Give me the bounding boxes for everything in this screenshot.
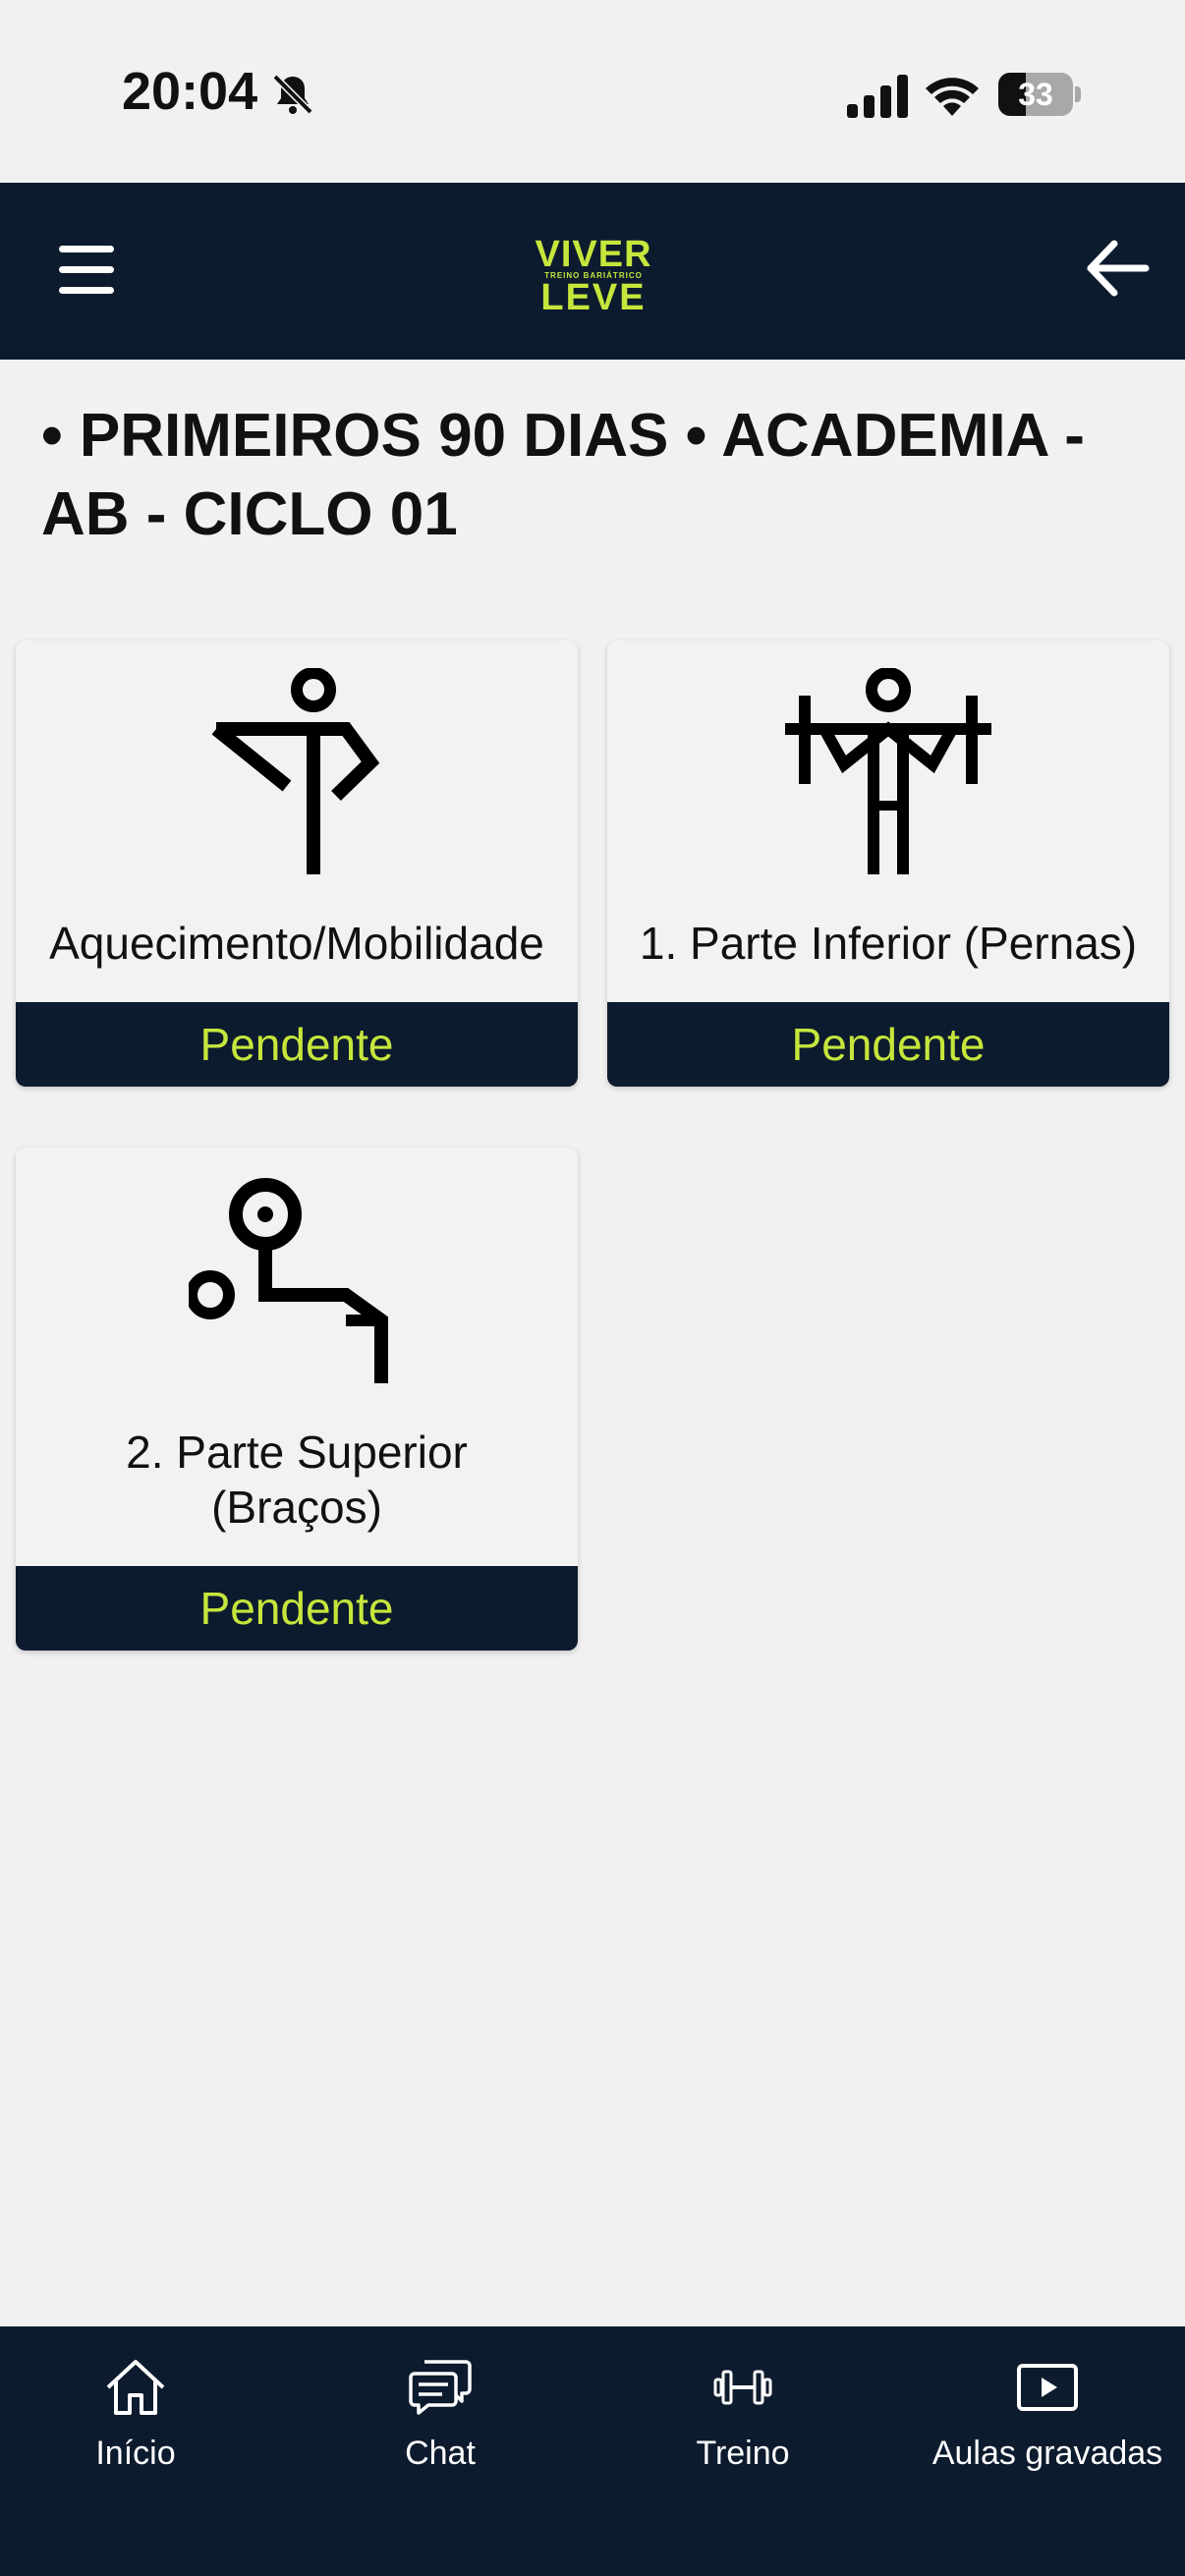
workout-card-parte-inferior[interactable]: 1. Parte Inferior (Pernas) Pendente xyxy=(607,641,1169,1087)
battery-icon: 33 xyxy=(998,73,1081,116)
app-logo: VIVER TREINO BARIÁTRICO LEVE xyxy=(531,234,656,318)
tab-label: Treino xyxy=(696,2435,790,2472)
cellular-signal-icon xyxy=(847,75,908,118)
tab-aulas-gravadas[interactable]: Aulas gravadas xyxy=(900,2326,1185,2523)
play-video-icon xyxy=(1017,2364,1078,2411)
status-badge: Pendente xyxy=(16,1566,578,1651)
status-badge: Pendente xyxy=(607,1002,1169,1087)
dumbbell-icon xyxy=(713,2370,772,2405)
status-badge: Pendente xyxy=(16,1002,578,1087)
back-arrow-icon[interactable] xyxy=(1085,238,1150,299)
workout-card-aquecimento[interactable]: Aquecimento/Mobilidade Pendente xyxy=(16,641,578,1087)
tab-label: Início xyxy=(95,2435,176,2472)
hamburger-menu-icon[interactable] xyxy=(59,242,120,299)
tab-treino[interactable]: Treino xyxy=(595,2326,890,2523)
workout-label: 1. Parte Inferior (Pernas) xyxy=(639,918,1138,969)
status-time: 20:04 xyxy=(122,62,258,121)
stretching-icon xyxy=(211,668,380,874)
tab-inicio[interactable]: Início xyxy=(0,2326,295,2523)
chat-icon xyxy=(409,2360,472,2415)
tab-label: Aulas gravadas xyxy=(931,2435,1163,2472)
tab-chat[interactable]: Chat xyxy=(293,2326,588,2523)
workout-card-parte-superior[interactable]: 2. Parte Superior (Braços) Pendente xyxy=(16,1148,578,1651)
page-title: • PRIMEIROS 90 DIAS • ACADEMIA - AB - CI… xyxy=(41,402,1085,548)
app-bar: VIVER TREINO BARIÁTRICO LEVE xyxy=(0,183,1185,360)
weightlifting-icon xyxy=(785,668,991,874)
status-bar: 20:04 33 xyxy=(0,0,1185,183)
workout-label: Aquecimento/Mobilidade xyxy=(49,918,544,969)
bench-press-icon xyxy=(189,1178,388,1383)
battery-level: 33 xyxy=(1018,77,1053,112)
bottom-tab-bar: Início Chat Treino Aulas gravadas xyxy=(0,2326,1185,2576)
logo-word-top: VIVER xyxy=(535,234,652,275)
bell-slash-icon xyxy=(272,74,313,115)
tab-label: Chat xyxy=(405,2435,476,2472)
logo-word-bottom: LEVE xyxy=(540,277,647,318)
home-icon xyxy=(106,2360,165,2415)
workout-label: 2. Parte Superior (Braços) xyxy=(126,1427,468,1533)
wifi-icon xyxy=(926,78,979,116)
